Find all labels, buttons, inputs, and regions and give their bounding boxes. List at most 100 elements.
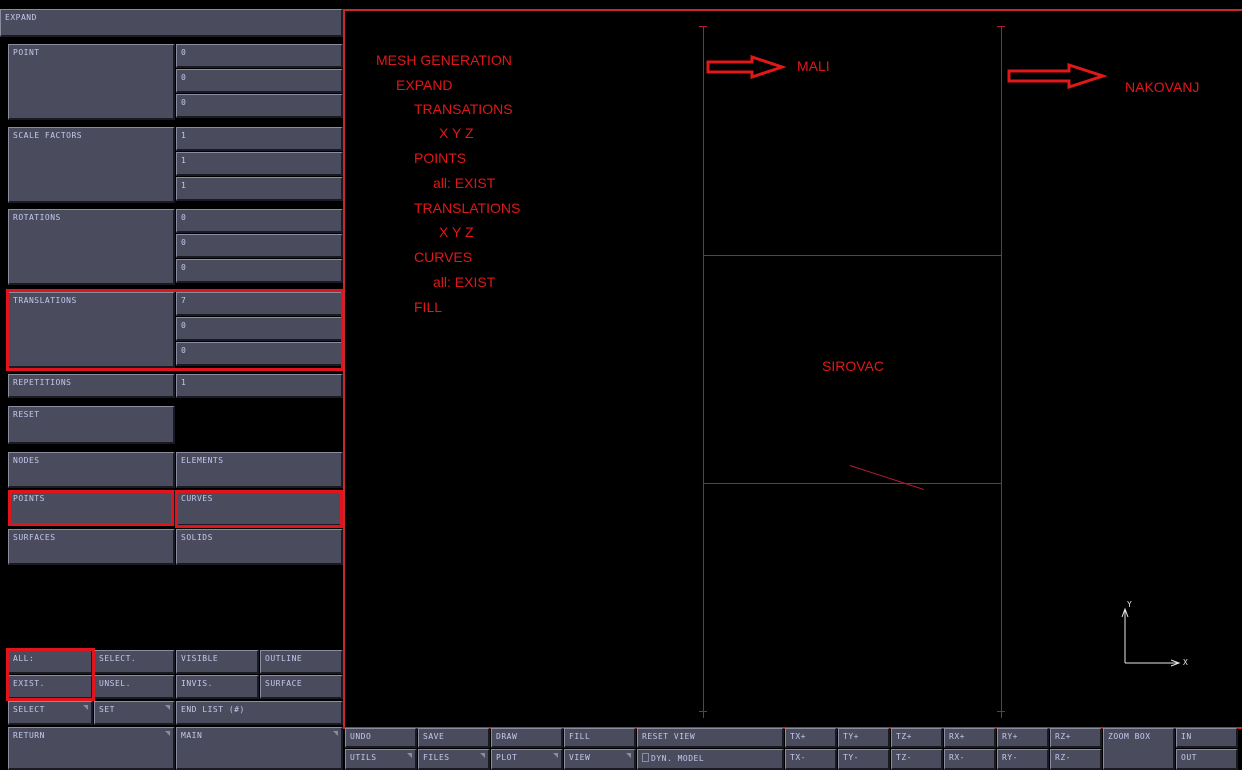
solids-button[interactable]: SOLIDS <box>176 529 343 565</box>
point-x-field[interactable]: 0 <box>176 44 343 68</box>
mesh-tick <box>997 711 1005 712</box>
rotation-y-field[interactable]: 0 <box>176 234 343 258</box>
scale-z-field[interactable]: 1 <box>176 177 343 201</box>
tx-minus-button[interactable]: TX- <box>785 749 837 770</box>
note-fill: FILL <box>414 299 443 315</box>
surfaces-button[interactable]: SURFACES <box>8 529 175 565</box>
note-expand: EXPAND <box>396 77 453 93</box>
undo-button[interactable]: UNDO <box>345 728 417 748</box>
set-dropdown[interactable]: SET <box>94 701 175 725</box>
sketch-line <box>849 465 925 491</box>
mesh-line-top <box>703 255 1002 256</box>
note-all-exist-2: all: EXIST <box>433 274 496 290</box>
tx-plus-button[interactable]: TX+ <box>785 728 837 748</box>
note-points: POINTS <box>414 150 467 166</box>
zoom-in-button[interactable]: IN <box>1176 728 1238 748</box>
note-all-exist-1: all: EXIST <box>433 175 496 191</box>
rz-minus-button[interactable]: RZ- <box>1050 749 1102 770</box>
axis-triad-icon <box>1121 607 1181 667</box>
visible-button[interactable]: VISIBLE <box>176 650 259 674</box>
reset-view-button[interactable]: RESET VIEW <box>637 728 784 748</box>
point-label: POINT <box>8 44 175 120</box>
ry-minus-button[interactable]: RY- <box>997 749 1049 770</box>
note-mesh-generation: MESH GENERATION <box>376 52 512 68</box>
translation-x-field[interactable]: 7 <box>176 292 343 316</box>
rx-plus-button[interactable]: RX+ <box>944 728 996 748</box>
arrow-right-icon <box>706 55 786 79</box>
dropdown-arrow-icon <box>83 705 88 710</box>
ry-plus-button[interactable]: RY+ <box>997 728 1049 748</box>
graphics-viewport[interactable]: MESH GENERATION EXPAND TRANSATIONS X Y Z… <box>343 9 1242 727</box>
note-xyz-1: X Y Z <box>439 125 474 141</box>
scale-x-field[interactable]: 1 <box>176 127 343 151</box>
plot-dropdown[interactable]: PLOT <box>491 749 563 770</box>
note-xyz-2: X Y Z <box>439 224 474 240</box>
checkbox-icon <box>642 753 649 762</box>
fill-button[interactable]: FILL <box>564 728 636 748</box>
nodes-button[interactable]: NODES <box>8 452 175 488</box>
scale-y-field[interactable]: 1 <box>176 152 343 176</box>
reset-button[interactable]: RESET <box>8 406 175 444</box>
zoom-out-button[interactable]: OUT <box>1176 749 1238 770</box>
main-button[interactable]: MAIN <box>176 727 343 770</box>
tz-plus-button[interactable]: TZ+ <box>891 728 943 748</box>
rz-plus-button[interactable]: RZ+ <box>1050 728 1102 748</box>
repetitions-label: REPETITIONS <box>8 374 175 398</box>
view-label: VIEW <box>569 753 591 762</box>
curves-button[interactable]: CURVES <box>176 490 343 526</box>
utils-dropdown[interactable]: UTILS <box>345 749 417 770</box>
rotation-z-field[interactable]: 0 <box>176 259 343 283</box>
translations-label: TRANSLATIONS <box>8 292 175 368</box>
axis-y-label: Y <box>1127 600 1132 609</box>
unsel-button[interactable]: UNSEL. <box>94 675 175 699</box>
select-label: SELECT <box>13 705 45 714</box>
outline-button[interactable]: OUTLINE <box>260 650 343 674</box>
note-transations: TRANSATIONS <box>414 101 513 117</box>
utils-label: UTILS <box>350 753 377 762</box>
end-list-button[interactable]: END LIST (#) <box>176 701 343 725</box>
mesh-tick <box>997 26 1005 27</box>
label-sirovac: SIROVAC <box>822 358 884 374</box>
mesh-tick <box>699 711 707 712</box>
mesh-tick <box>699 26 707 27</box>
all-button[interactable]: ALL: <box>8 650 93 674</box>
label-nakovanj: NAKOVANJ <box>1125 79 1200 95</box>
dyn-model-label: DYN. MODEL <box>651 754 705 763</box>
draw-button[interactable]: DRAW <box>491 728 563 748</box>
files-dropdown[interactable]: FILES <box>418 749 490 770</box>
translation-z-field[interactable]: 0 <box>176 342 343 366</box>
mesh-line-bottom <box>703 483 1002 484</box>
ty-minus-button[interactable]: TY- <box>838 749 890 770</box>
point-y-field[interactable]: 0 <box>176 69 343 93</box>
rotations-label: ROTATIONS <box>8 209 175 285</box>
select-dot-button[interactable]: SELECT. <box>94 650 175 674</box>
rx-minus-button[interactable]: RX- <box>944 749 996 770</box>
mesh-line-right <box>1001 26 1002 718</box>
surface-button[interactable]: SURFACE <box>260 675 343 699</box>
dropdown-arrow-icon <box>553 753 558 758</box>
dyn-model-toggle[interactable]: DYN. MODEL <box>637 749 784 770</box>
tz-minus-button[interactable]: TZ- <box>891 749 943 770</box>
translation-y-field[interactable]: 0 <box>176 317 343 341</box>
zoom-box-button[interactable]: ZOOM BOX <box>1103 728 1175 770</box>
rotation-x-field[interactable]: 0 <box>176 209 343 233</box>
dropdown-arrow-icon <box>165 731 170 736</box>
view-dropdown[interactable]: VIEW <box>564 749 636 770</box>
points-button[interactable]: POINTS <box>8 490 175 526</box>
ty-plus-button[interactable]: TY+ <box>838 728 890 748</box>
return-button[interactable]: RETURN <box>8 727 175 770</box>
plot-label: PLOT <box>496 753 518 762</box>
set-label: SET <box>99 705 115 714</box>
exist-button[interactable]: EXIST. <box>8 675 93 699</box>
repetitions-field[interactable]: 1 <box>176 374 343 398</box>
select-dropdown[interactable]: SELECT <box>8 701 93 725</box>
point-z-field[interactable]: 0 <box>176 94 343 118</box>
save-button[interactable]: SAVE <box>418 728 490 748</box>
invis-button[interactable]: INVIS. <box>176 675 259 699</box>
dropdown-arrow-icon <box>626 753 631 758</box>
elements-button[interactable]: ELEMENTS <box>176 452 343 488</box>
main-label: MAIN <box>181 731 203 740</box>
note-curves: CURVES <box>414 249 473 265</box>
scale-factors-label: SCALE FACTORS <box>8 127 175 203</box>
dropdown-arrow-icon <box>407 753 412 758</box>
